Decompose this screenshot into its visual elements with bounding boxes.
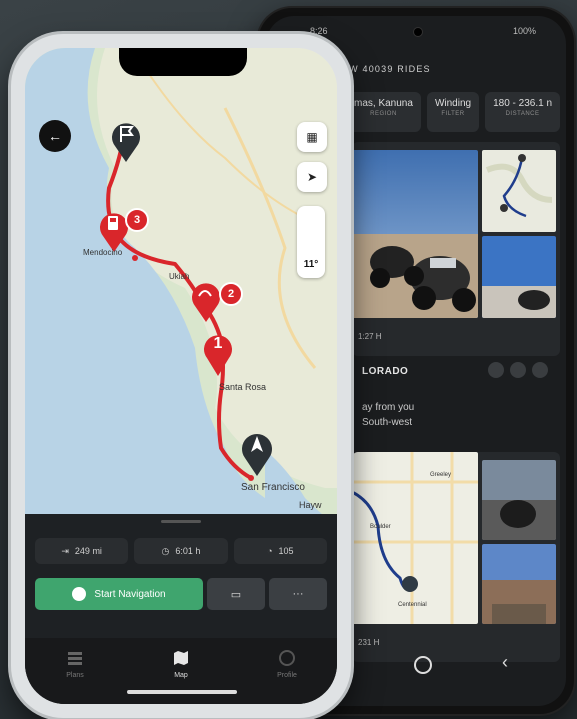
stat-duration-value: 6:01 h [175, 546, 201, 556]
map-label-boulder: Boulder [370, 524, 391, 530]
chip-distance-label: DISTANCE [505, 111, 540, 117]
marker-badge-3-label: 3 [133, 214, 141, 226]
map-icon: ▦ [306, 130, 318, 144]
profile-icon [279, 650, 295, 666]
waypoint-marker-1[interactable]: 1 [201, 330, 235, 381]
ride-card-2-title: LORADO [362, 366, 409, 377]
route-actions: Start Navigation ▭ ··· [35, 578, 327, 610]
android-back-button[interactable]: ‹ [502, 652, 508, 673]
ride-2-distance: 231 H [358, 638, 380, 647]
iphone-notch [119, 48, 247, 76]
distance-icon: ⇥ [61, 545, 69, 556]
back-button[interactable]: ← [39, 120, 71, 152]
route-map[interactable]: 3 2 1 Mendocino Ukiah Santa Rosa San Fra… [25, 48, 337, 538]
ride-2-map: Greeley Boulder Centennial [352, 452, 478, 624]
map-label-santa-rosa: Santa Rosa [219, 382, 267, 392]
current-location-marker[interactable] [239, 428, 275, 481]
arrow-left-icon: ← [48, 128, 62, 144]
ride-2-photo-1 [482, 460, 556, 540]
stat-distance: ⇥ 249 mi [35, 538, 129, 564]
tab-plans-label: Plans [66, 672, 84, 679]
stat-curves-value: 105 [278, 546, 294, 556]
ride-card-2[interactable]: Greeley Boulder Centennial 231 H [352, 452, 560, 662]
marker-badge-3: 3 [125, 208, 149, 232]
sheet-drag-handle[interactable] [161, 520, 201, 523]
map-tab-icon [174, 651, 188, 665]
map-label-hayward: Hayw [299, 500, 322, 510]
marker-badge-2-label: 2 [227, 288, 235, 300]
tab-plans[interactable]: Plans [45, 650, 105, 679]
waypoint-marker-1-label: 1 [213, 335, 223, 352]
map-label-centennial: Centennial [398, 602, 427, 608]
map-label-greeley: Greeley [430, 472, 452, 478]
ride-card-2-distance-info: ay from you South-west [362, 400, 414, 430]
away-line-2: South-west [362, 417, 413, 428]
list-icon [68, 652, 82, 665]
map-label-mendocino: Mendocino [83, 248, 123, 257]
ride-card-2-icons [488, 362, 548, 378]
android-home-button[interactable] [414, 656, 432, 674]
iphone: 3 2 1 Mendocino Ukiah Santa Rosa San Fra… [11, 34, 351, 718]
compass-value: 11° [303, 259, 319, 270]
front-camera [414, 28, 422, 36]
away-line-1: ay from you [362, 402, 415, 413]
stat-distance-value: 249 mi [74, 546, 102, 556]
curves-icon [488, 362, 504, 378]
start-navigation-label: Start Navigation [94, 588, 166, 600]
chip-region-value: mas, Kanuna [354, 98, 413, 109]
status-time: 8:26 [310, 26, 328, 36]
tab-profile[interactable]: Profile [257, 650, 317, 679]
navigation-icon [72, 587, 87, 601]
locate-button[interactable]: ➤ [297, 162, 327, 192]
route-stats: ⇥ 249 mi ◷ 6:01 h ◔ 105 [35, 538, 327, 564]
chip-distance-value: 180 - 236.1 n [493, 98, 553, 109]
tab-profile-label: Profile [277, 672, 297, 679]
ride-photo-2 [482, 236, 556, 318]
ride-card-1[interactable]: 1:27 H [352, 142, 560, 356]
ride-2-photo-2 [482, 544, 556, 624]
tab-map[interactable]: Map [151, 650, 211, 679]
tab-map-label: Map [174, 672, 188, 679]
map-layers-button[interactable]: ▦ [297, 122, 327, 152]
curves-icon: ◔ [267, 546, 273, 556]
more-icon: ··· [292, 588, 304, 600]
speed-icon [532, 362, 548, 378]
chip-filter-value: Winding [434, 98, 472, 109]
device-icon: ▭ [230, 588, 242, 601]
chip-filter[interactable]: Winding FILTER [426, 92, 480, 132]
chip-distance[interactable]: 180 - 236.1 n DISTANCE [485, 92, 561, 132]
chip-region[interactable]: mas, Kanuna REGION [346, 92, 421, 132]
battery-indicator: 100% [512, 26, 536, 36]
clock-icon: ◷ [161, 545, 170, 556]
compass-widget[interactable]: 11° [297, 206, 325, 278]
ride-map-thumbnail [482, 150, 556, 232]
start-navigation-button[interactable]: Start Navigation [35, 578, 203, 610]
filter-chips: mas, Kanuna REGION Winding FILTER 180 - … [346, 92, 561, 132]
tab-bar: Plans Map Profile [25, 638, 337, 704]
elevation-icon [510, 362, 526, 378]
home-indicator [127, 690, 237, 694]
stat-duration: ◷ 6:01 h [134, 538, 228, 564]
scenic-stop-marker[interactable] [189, 278, 223, 327]
ride-photo-motorcycles [352, 150, 478, 318]
marker-badge-2: 2 [219, 282, 243, 306]
navigation-arrow-icon: ➤ [306, 170, 318, 184]
more-options-button[interactable]: ··· [269, 578, 327, 610]
send-to-device-button[interactable]: ▭ [207, 578, 265, 610]
flag-marker[interactable] [109, 118, 143, 167]
chip-filter-label: FILTER [441, 111, 465, 117]
stat-curves: ◔ 105 [233, 538, 327, 564]
map-label-ukiah: Ukiah [169, 272, 190, 281]
map-label-san-francisco: San Francisco [241, 482, 305, 493]
ride-duration: 1:27 H [358, 332, 382, 341]
chip-region-label: REGION [370, 111, 397, 117]
iphone-screen: 3 2 1 Mendocino Ukiah Santa Rosa San Fra… [25, 48, 337, 704]
